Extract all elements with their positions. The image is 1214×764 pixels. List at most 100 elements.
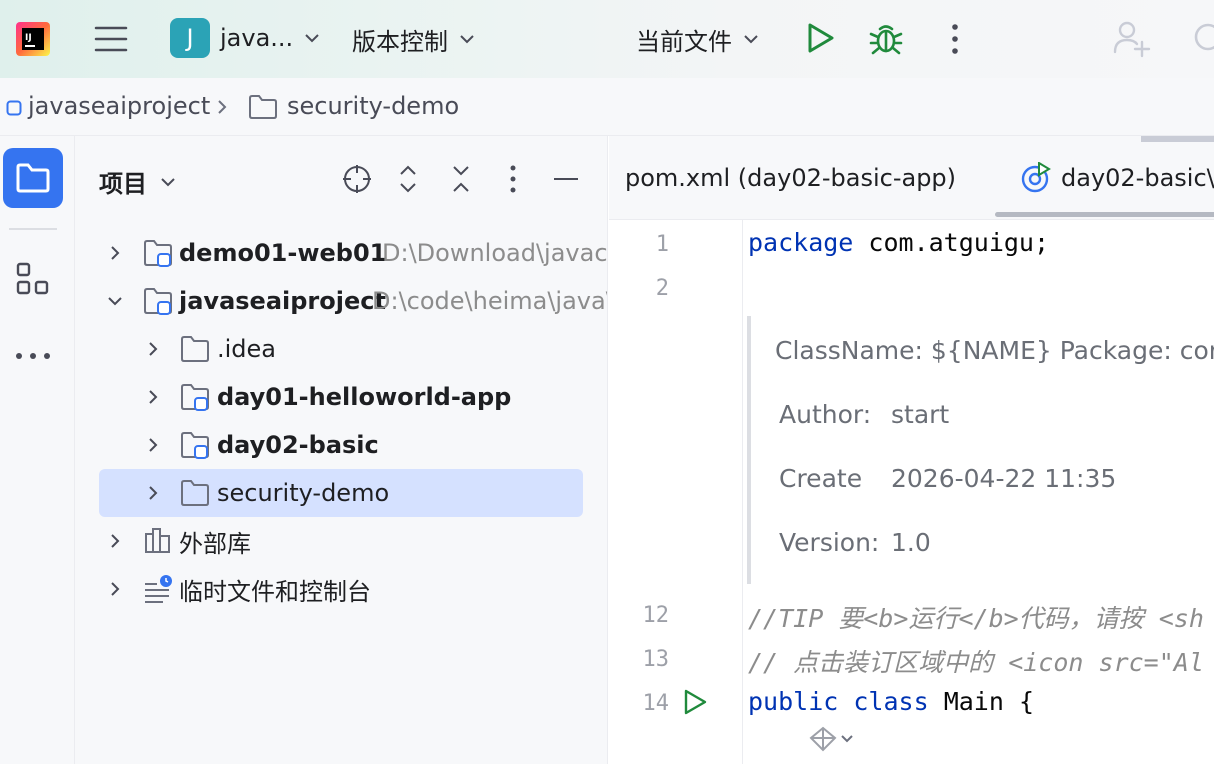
code-editor[interactable]: 1 package com.atguigu; 2 ClassName: ${NA… bbox=[609, 220, 1214, 764]
strip-divider bbox=[9, 228, 57, 230]
run-config-selector[interactable]: 当前文件 bbox=[636, 22, 760, 56]
tree-label: javaseaiproject bbox=[179, 287, 386, 315]
breadcrumb: javaseaiproject security-demo bbox=[0, 78, 1214, 136]
gutter-divider bbox=[742, 220, 743, 764]
tree-row-security-demo[interactable]: security-demo bbox=[99, 469, 583, 517]
line-number: 12 bbox=[642, 603, 670, 628]
chevron-down-icon[interactable] bbox=[107, 293, 123, 309]
more-tools-button[interactable] bbox=[14, 348, 52, 367]
expand-all-icon bbox=[400, 165, 416, 193]
search-icon bbox=[1194, 23, 1214, 51]
tab-pom-xml[interactable]: pom.xml (day02-basic-app) bbox=[625, 136, 957, 219]
module-folder-icon bbox=[144, 288, 172, 315]
debug-button[interactable] bbox=[868, 20, 904, 56]
tab-label: day02-basic\. bbox=[1061, 164, 1214, 192]
code-line-1: package com.atguigu; bbox=[748, 228, 1049, 257]
module-folder-icon bbox=[181, 432, 209, 459]
breadcrumb-item-current[interactable]: security-demo bbox=[287, 92, 459, 120]
code-line-12: //TIP 要<b>运行</b>代码，请按 <sh bbox=[748, 604, 1204, 633]
tree-row-external-libraries[interactable]: 外部库 bbox=[75, 517, 607, 565]
vcs-label: 版本控制 bbox=[352, 27, 448, 56]
editor-tab-bar: pom.xml (day02-basic-app) day02-basic\. bbox=[609, 136, 1214, 220]
tree-label: .idea bbox=[217, 335, 277, 363]
run-button[interactable] bbox=[804, 22, 836, 54]
tree-row-demo01-web01[interactable]: demo01-web01 D:\Download\javaco bbox=[75, 229, 607, 277]
code-text: Main { bbox=[928, 687, 1034, 716]
search-everywhere-button[interactable] bbox=[1190, 20, 1214, 56]
more-horizontal-icon bbox=[16, 353, 50, 359]
doc-version-value: 1.0 bbox=[891, 528, 931, 557]
collapse-all-button[interactable] bbox=[444, 162, 478, 196]
chevron-down-icon bbox=[305, 34, 319, 43]
chevron-right-icon bbox=[218, 100, 227, 114]
chevron-down-icon bbox=[744, 35, 758, 44]
keyword: package bbox=[748, 228, 854, 257]
line-number: 1 bbox=[655, 232, 669, 257]
doc-create-value: 2026-04-22 11:35 bbox=[891, 464, 1117, 493]
module-folder-icon bbox=[144, 240, 172, 267]
run-icon bbox=[808, 23, 834, 53]
gutter-run-icon[interactable] bbox=[681, 688, 709, 716]
chevron-right-icon[interactable] bbox=[145, 437, 161, 453]
tree-row-day02-basic[interactable]: day02-basic bbox=[75, 421, 607, 469]
tree-label: day01-helloworld-app bbox=[217, 383, 512, 411]
tree-label: demo01-web01 bbox=[179, 239, 387, 267]
ai-assistant-icon bbox=[809, 726, 837, 752]
chevron-right-icon[interactable] bbox=[145, 485, 161, 501]
folder-icon bbox=[181, 336, 209, 362]
hide-panel-button[interactable] bbox=[549, 162, 583, 196]
project-switcher[interactable]: J java... bbox=[170, 18, 321, 58]
hamburger-menu-icon[interactable] bbox=[94, 22, 128, 56]
tab-label: pom.xml (day02-basic-app) bbox=[625, 164, 957, 192]
active-tab-indicator bbox=[995, 212, 1214, 217]
panel-title-selector[interactable]: 项目 bbox=[99, 164, 177, 199]
vcs-menu-button[interactable]: 版本控制 bbox=[352, 22, 476, 56]
structure-tool-button[interactable] bbox=[16, 262, 50, 300]
chevron-down-icon bbox=[841, 735, 853, 743]
module-icon bbox=[6, 100, 22, 116]
structure-icon bbox=[16, 262, 49, 295]
project-panel: 项目 demo01-web01 D:\Download\javaco javas… bbox=[75, 136, 608, 764]
chevron-right-icon[interactable] bbox=[107, 245, 123, 261]
locate-file-button[interactable] bbox=[340, 162, 374, 196]
panel-options-button[interactable] bbox=[496, 162, 530, 196]
chevron-right-icon[interactable] bbox=[107, 533, 123, 549]
tree-row-day01-helloworld-app[interactable]: day01-helloworld-app bbox=[75, 373, 607, 421]
line-number: 2 bbox=[655, 276, 669, 301]
java-class-icon bbox=[1021, 162, 1051, 193]
chevron-right-icon[interactable] bbox=[145, 389, 161, 405]
ai-assistant-hint[interactable] bbox=[809, 726, 855, 752]
tree-label: 临时文件和控制台 bbox=[179, 577, 371, 606]
line-number: 14 bbox=[642, 691, 670, 716]
chevron-down-icon bbox=[161, 177, 175, 186]
tool-window-strip bbox=[0, 136, 75, 764]
main-toolbar: IJ J java... 版本控制 当前文件 bbox=[0, 0, 1214, 78]
tree-row-scratches[interactable]: 临时文件和控制台 bbox=[75, 565, 607, 613]
more-actions-button[interactable] bbox=[940, 22, 970, 56]
tree-label: day02-basic bbox=[217, 431, 379, 459]
breadcrumb-item-project[interactable]: javaseaiproject bbox=[28, 92, 210, 120]
code-with-me-button[interactable] bbox=[1112, 18, 1152, 58]
project-badge: J bbox=[170, 18, 210, 58]
minimize-icon bbox=[554, 178, 578, 180]
chevron-right-icon[interactable] bbox=[145, 341, 161, 357]
ide-logo-icon[interactable]: IJ bbox=[16, 22, 50, 56]
chevron-right-icon[interactable] bbox=[107, 581, 123, 597]
folder-icon bbox=[16, 163, 50, 193]
tree-label: security-demo bbox=[217, 479, 390, 507]
crosshair-icon bbox=[343, 165, 371, 193]
scratches-icon bbox=[145, 575, 172, 603]
keyword: class bbox=[853, 687, 929, 716]
expand-all-button[interactable] bbox=[391, 162, 425, 196]
tree-row-javaseaiproject[interactable]: javaseaiproject D:\code\heima\java\j bbox=[75, 277, 607, 325]
doc-header: ClassName: ${NAME} Package: com bbox=[775, 336, 1214, 365]
library-icon bbox=[145, 528, 170, 553]
collapse-all-icon bbox=[453, 166, 469, 192]
tree-row-idea[interactable]: .idea bbox=[75, 325, 607, 373]
project-tool-button[interactable] bbox=[3, 148, 63, 208]
chevron-down-icon bbox=[460, 35, 474, 44]
more-vertical-icon bbox=[510, 165, 516, 193]
keyword: public bbox=[748, 687, 839, 716]
rendered-doc-comment[interactable]: ClassName: ${NAME} Package: com Author: … bbox=[747, 316, 1214, 584]
tab-main-java[interactable]: day02-basic\. bbox=[1019, 136, 1214, 219]
